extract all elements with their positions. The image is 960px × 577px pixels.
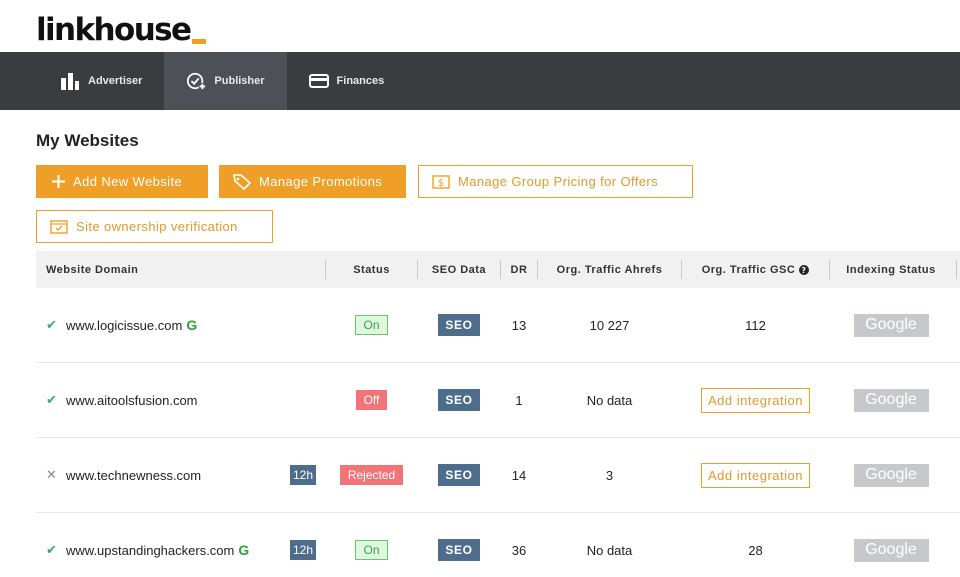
manage-promotions-button[interactable]: Manage Promotions — [219, 165, 406, 198]
group-pricing-label: Manage Group Pricing for Offers — [458, 174, 659, 189]
status-cell: On — [326, 513, 417, 577]
col-header-dr[interactable]: DR — [501, 251, 537, 288]
nav-item-label: Publisher — [214, 75, 265, 87]
table-row[interactable]: ✔ www.upstandinghackers.com G 12h On SEO… — [36, 513, 960, 577]
ownership-verification-button[interactable]: Site ownership verification — [36, 210, 273, 243]
table-header: Website Domain Status SEO Data DR Org. T… — [36, 251, 960, 288]
svg-text:?: ? — [802, 266, 807, 275]
nav-item-advertiser[interactable]: Advertiser — [0, 52, 164, 110]
website-domain[interactable]: www.aitoolsfusion.com — [66, 393, 198, 408]
indexing-cell: Google — [830, 513, 952, 577]
google-verified-badge: G — [238, 542, 250, 558]
ahrefs-traffic-value: 10 227 — [589, 317, 630, 333]
dr-value: 13 — [511, 317, 527, 333]
unverified-cross-icon: ✕ — [46, 467, 57, 482]
col-header-status[interactable]: Status — [326, 251, 417, 288]
nav-item-label: Finances — [336, 75, 385, 87]
ownership-verification-label: Site ownership verification — [76, 219, 238, 234]
website-domain[interactable]: www.logicissue.com — [66, 318, 182, 333]
ahrefs-traffic-value: 3 — [605, 467, 614, 483]
add-new-website-label: Add New Website — [73, 174, 183, 189]
google-index-button[interactable]: Google — [853, 538, 929, 562]
nav-item-label: Advertiser — [88, 75, 143, 87]
wallet-icon — [308, 71, 329, 91]
column-divider — [956, 260, 957, 279]
logo-underscore — [192, 39, 207, 44]
manage-promotions-label: Manage Promotions — [259, 174, 383, 189]
col-header-gsc-wrap: Org. Traffic GSC ? — [682, 251, 829, 288]
plus-icon — [52, 175, 65, 188]
status-badge[interactable]: Rejected — [339, 465, 404, 485]
dr-value: 14 — [511, 467, 527, 483]
bar-chart-icon — [60, 71, 80, 91]
verify-window-icon — [50, 219, 68, 234]
status-badge[interactable]: On — [355, 540, 388, 560]
dr-value: 1 — [515, 392, 523, 408]
ahrefs-traffic-value: No data — [586, 392, 633, 408]
gsc-traffic-value: 112 — [745, 317, 766, 333]
domain-cell: ✔ www.upstandinghackers.com G — [46, 513, 296, 577]
tag-icon — [233, 173, 251, 190]
add-new-website-button[interactable]: Add New Website — [36, 165, 208, 198]
status-badge[interactable]: On — [355, 315, 388, 335]
brand-name: linkhouse — [36, 12, 192, 48]
gsc-cell: Add integration — [682, 363, 829, 437]
add-integration-button[interactable]: Add integration — [701, 462, 810, 488]
verified-check-icon: ✔ — [46, 542, 57, 557]
table-row[interactable]: ✕ www.technewness.com 12h Rejected SEO 1… — [36, 438, 960, 513]
seo-cell: SEO — [418, 363, 500, 437]
table-row[interactable]: ✔ www.logicissue.com G On SEO 13 10 227 … — [36, 288, 960, 363]
google-index-button[interactable]: Google — [853, 313, 929, 337]
status-badge[interactable]: Off — [355, 390, 388, 410]
table-row[interactable]: ✔ www.aitoolsfusion.com Off SEO 1 No dat… — [36, 363, 960, 438]
col-header-ahrefs[interactable]: Org. Traffic Ahrefs — [538, 251, 681, 288]
col-header-indexing[interactable]: Indexing Status — [830, 251, 952, 288]
pending-time-badge: 12h — [290, 540, 316, 560]
col-header-domain[interactable]: Website Domain — [46, 251, 316, 288]
nav-item-finances[interactable]: Finances — [287, 52, 407, 110]
group-pricing-button[interactable]: $ Manage Group Pricing for Offers — [418, 165, 693, 198]
website-domain[interactable]: www.technewness.com — [66, 468, 201, 483]
ahrefs-traffic-value: No data — [586, 542, 633, 558]
page-title: My Websites — [36, 131, 139, 150]
help-icon[interactable]: ? — [799, 264, 810, 275]
seo-cell: SEO — [418, 288, 500, 362]
seo-data-button[interactable]: SEO — [438, 389, 480, 411]
brand-logo[interactable]: linkhouse — [36, 6, 207, 48]
col-header-seo[interactable]: SEO Data — [418, 251, 500, 288]
domain-cell: ✔ www.aitoolsfusion.com — [46, 363, 286, 437]
domain-cell: ✔ www.logicissue.com G — [46, 288, 286, 362]
main-nav: Advertiser Publisher Finances — [0, 52, 960, 110]
col-header-gsc[interactable]: Org. Traffic GSC — [702, 264, 796, 276]
status-cell: On — [326, 288, 417, 362]
dollar-bill-icon: $ — [432, 174, 450, 189]
add-integration-button[interactable]: Add integration — [701, 387, 810, 413]
dr-value: 36 — [511, 542, 527, 558]
gsc-cell: Add integration — [682, 438, 829, 512]
indexing-cell: Google — [830, 363, 952, 437]
seo-data-button[interactable]: SEO — [438, 464, 480, 486]
gsc-traffic-value: 28 — [748, 542, 763, 558]
badge-plus-icon — [186, 71, 207, 91]
indexing-cell: Google — [830, 438, 952, 512]
google-index-button[interactable]: Google — [853, 388, 929, 412]
indexing-cell: Google — [830, 288, 952, 362]
seo-data-button[interactable]: SEO — [438, 539, 480, 561]
svg-text:$: $ — [438, 178, 445, 189]
seo-cell: SEO — [418, 438, 500, 512]
seo-data-button[interactable]: SEO — [438, 314, 480, 336]
verified-check-icon: ✔ — [46, 317, 57, 332]
seo-cell: SEO — [418, 513, 500, 577]
status-cell: Rejected — [326, 438, 417, 512]
domain-cell: ✕ www.technewness.com — [46, 438, 286, 512]
website-domain[interactable]: www.upstandinghackers.com — [66, 543, 234, 558]
google-index-button[interactable]: Google — [853, 463, 929, 487]
nav-item-publisher[interactable]: Publisher — [164, 52, 287, 110]
pending-time-badge: 12h — [290, 465, 316, 485]
google-verified-badge: G — [186, 317, 198, 333]
status-cell: Off — [326, 363, 417, 437]
verified-check-icon: ✔ — [46, 392, 57, 407]
